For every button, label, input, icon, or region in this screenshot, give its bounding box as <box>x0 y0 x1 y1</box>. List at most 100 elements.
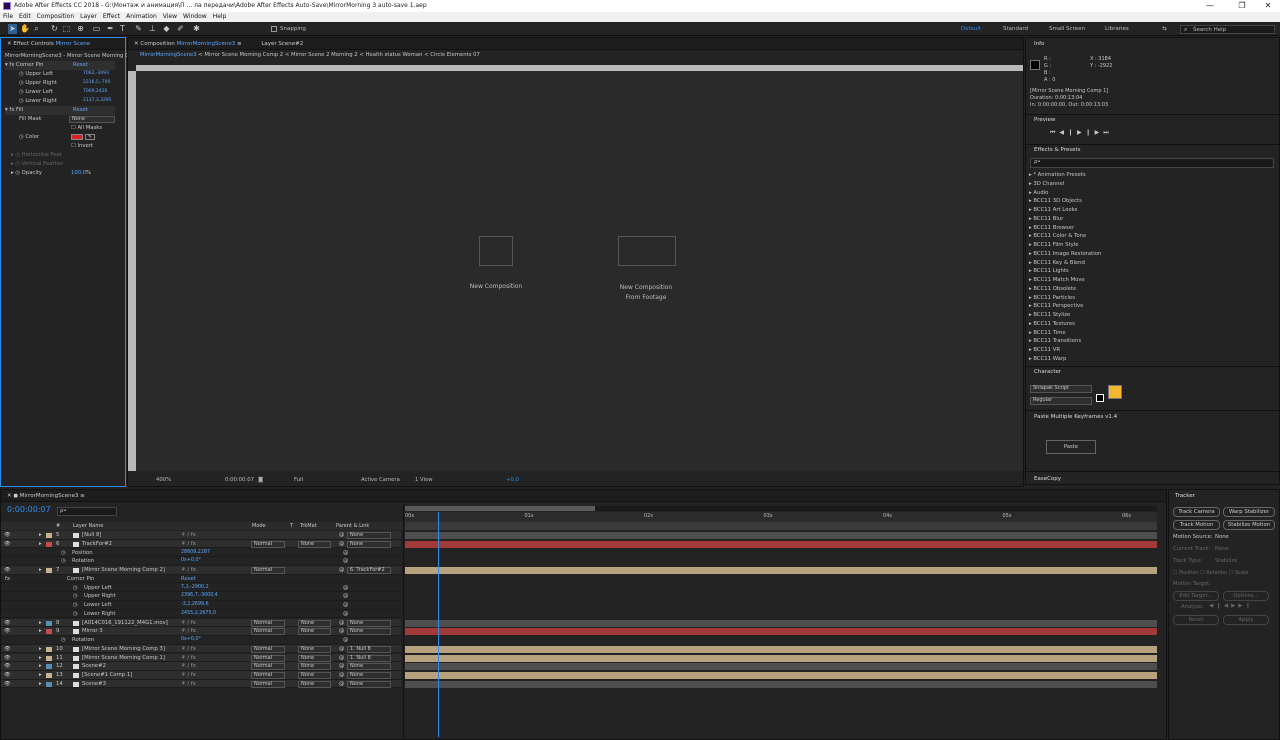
layer-duration-bar[interactable] <box>405 680 1157 688</box>
pen-tool-icon[interactable]: ✒ <box>106 24 115 34</box>
effects-category-item[interactable]: ▸ BCC11 Blur <box>1029 215 1063 223</box>
fill-color-swatch[interactable] <box>1108 385 1122 399</box>
effects-category-item[interactable]: ▸ BCC11 Image Restoration <box>1029 250 1101 258</box>
layer-duration-bar[interactable] <box>405 663 1157 671</box>
rotate-tool-icon[interactable]: ↻ <box>50 24 59 34</box>
breadcrumb-item[interactable]: Circle Elements 07 <box>430 52 480 58</box>
tracker-checkboxes[interactable]: ☐ Position ☐ Rotation ☐ Scale <box>1173 570 1248 576</box>
menu-view[interactable]: View <box>160 12 180 22</box>
camera-dropdown[interactable]: Active Camera <box>361 474 400 486</box>
current-time-indicator[interactable] <box>438 512 439 737</box>
effects-category-item[interactable]: ▸ BCC11 Warp <box>1029 355 1066 363</box>
new-composition-icon[interactable] <box>479 236 513 266</box>
effects-category-item[interactable]: ▸ BCC11 Match Move <box>1029 276 1085 284</box>
layer-duration-bar[interactable] <box>405 567 1157 574</box>
fill-mask-dropdown[interactable]: None <box>69 116 115 123</box>
maximize-button[interactable]: ❐ <box>1228 0 1256 12</box>
track-motion-button[interactable]: Track Motion <box>1173 520 1220 530</box>
edit-target-button[interactable]: Edit Target... <box>1173 591 1219 601</box>
view-layout-dropdown[interactable]: 1 View <box>415 474 433 486</box>
eyedropper-icon[interactable]: ✎ <box>85 134 95 140</box>
tracker-reset-button[interactable]: Reset <box>1173 615 1219 625</box>
options-button[interactable]: Options... <box>1223 591 1269 601</box>
layer-duration-bar[interactable] <box>405 619 1157 627</box>
time-navigator[interactable] <box>405 506 1157 511</box>
layer-tab[interactable]: Layer Scene#2 <box>261 41 303 47</box>
timeline-tab[interactable]: ✕ ◼ MirrorMorningScene3 ≡ <box>1 490 1166 502</box>
layer-duration-bar[interactable] <box>405 628 1157 636</box>
workspace-standard[interactable]: Standard <box>1003 26 1028 32</box>
vertical-ruler[interactable] <box>128 71 136 471</box>
new-composition-from-footage-icon[interactable] <box>618 236 676 266</box>
minimize-button[interactable]: — <box>1196 0 1224 12</box>
new-composition-label[interactable]: New Composition <box>446 283 546 290</box>
layer-duration-bar[interactable] <box>405 672 1157 679</box>
help-search-input[interactable]: ⌕ Search Help <box>1180 25 1275 34</box>
layer-duration-bar[interactable] <box>405 654 1157 662</box>
preview-controls[interactable]: ⏮◀❙▶❙▶⏭ <box>1050 129 1113 137</box>
track-type-dropdown[interactable]: Stabilize <box>1215 558 1238 564</box>
exposure-value[interactable]: +0,0 <box>506 474 519 486</box>
analyze-controls[interactable]: ◀❙◀▶▶❙ <box>1209 603 1253 609</box>
sync-settings-icon[interactable]: ⇆ <box>1162 26 1167 32</box>
effects-category-item[interactable]: ▸ BCC11 Browser <box>1029 224 1074 232</box>
breadcrumb-item[interactable]: MirrorMorningScene3 <box>140 52 197 58</box>
workspace-small-screen[interactable]: Small Screen <box>1049 26 1085 32</box>
effects-category-item[interactable]: ▸ BCC11 Art Looks <box>1029 206 1077 214</box>
tracker-apply-button[interactable]: Apply <box>1223 615 1269 625</box>
track-camera-button[interactable]: Track Camera <box>1173 507 1220 517</box>
selection-tool-icon[interactable]: ➤ <box>8 24 17 34</box>
upper-right-property[interactable]: ◷ Upper Right 2236,5,-700 <box>19 79 110 88</box>
paste-button[interactable]: Paste <box>1046 440 1096 454</box>
font-style-dropdown[interactable]: Regular <box>1030 397 1092 405</box>
work-area-bar[interactable] <box>405 522 1157 530</box>
workspace-libraries[interactable]: Libraries <box>1105 26 1129 32</box>
eraser-tool-icon[interactable]: ◆ <box>162 24 171 34</box>
vertical-feather-property[interactable]: ▸ ◷ Vertical Feather <box>11 160 63 169</box>
close-button[interactable]: ✕ <box>1254 0 1280 12</box>
warp-stabilizer-button[interactable]: Warp Stabilizer <box>1223 507 1275 517</box>
snapping-checkbox[interactable] <box>271 26 277 32</box>
hand-tool-icon[interactable]: ✋ <box>20 24 30 34</box>
menu-edit[interactable]: Edit <box>16 12 34 22</box>
timeline-search-input[interactable]: ρ• <box>57 507 117 516</box>
breadcrumb-item[interactable]: Mirror Scene Morning Comp 2 <box>204 52 283 58</box>
brush-tool-icon[interactable]: ✎ <box>134 24 143 34</box>
motion-source-dropdown[interactable]: None <box>1215 534 1229 540</box>
effects-category-item[interactable]: ▸ BCC11 VR <box>1029 346 1060 354</box>
fill-effect[interactable]: ▾ fx Fill Reset <box>5 106 115 115</box>
current-time-display[interactable]: 0:00:00:07 <box>225 474 254 486</box>
opacity-property[interactable]: ▸ ◷ Opacity 100,0% <box>11 169 91 178</box>
effects-category-item[interactable]: ▸ BCC11 Key & Blend <box>1029 259 1085 267</box>
invert-checkbox[interactable]: ☐ Invert <box>71 142 93 151</box>
fill-color-swatch[interactable] <box>71 134 83 140</box>
layer-duration-bar[interactable] <box>405 540 1157 548</box>
zoom-tool-icon[interactable]: ⌕ <box>32 24 41 34</box>
effects-category-item[interactable]: ▸ BCC11 Transitions <box>1029 337 1081 345</box>
menu-help[interactable]: Help <box>210 12 230 22</box>
menu-file[interactable]: File <box>0 12 16 22</box>
stroke-color-swatch[interactable] <box>1096 394 1104 402</box>
layer-duration-bar[interactable] <box>405 645 1157 653</box>
timeline-timecode[interactable]: 0:00:00:07 <box>7 505 51 514</box>
effects-category-item[interactable]: ▸ Audio <box>1029 189 1048 197</box>
rectangle-tool-icon[interactable]: ▭ <box>92 24 101 34</box>
effects-category-item[interactable]: ▸ BCC11 Time <box>1029 329 1066 337</box>
time-ruler[interactable]: 00s 01s 02s 03s 04s 05s 06s <box>405 512 1157 522</box>
current-track-dropdown[interactable]: None <box>1215 546 1229 552</box>
effects-category-item[interactable]: ▸ BCC11 3D Objects <box>1029 197 1082 205</box>
layer-duration-bar[interactable] <box>405 532 1157 539</box>
font-family-dropdown[interactable]: Shlapak Script <box>1030 385 1092 393</box>
effect-controls-tab[interactable]: ✕ Effect Controls Mirror Scene <box>1 38 125 50</box>
clone-stamp-tool-icon[interactable]: ⊥ <box>148 24 157 34</box>
corner-pin-effect[interactable]: ▾ fx Corner Pin Reset <box>5 61 115 70</box>
type-tool-icon[interactable]: T <box>118 24 127 34</box>
roto-brush-tool-icon[interactable]: ✐ <box>176 24 185 34</box>
puppet-tool-icon[interactable]: ✱ <box>192 24 201 34</box>
pan-behind-tool-icon[interactable]: ⊕ <box>76 24 85 34</box>
menu-animation[interactable]: Animation <box>123 12 160 22</box>
breadcrumb-item[interactable]: Mirror Scene 2 Morning 2 <box>291 52 358 58</box>
menu-window[interactable]: Window <box>180 12 210 22</box>
effects-category-item[interactable]: ▸ BCC11 Film Style <box>1029 241 1078 249</box>
composition-tab[interactable]: ✕ Composition MirrorMorningScene3 ≡ <box>134 41 242 47</box>
